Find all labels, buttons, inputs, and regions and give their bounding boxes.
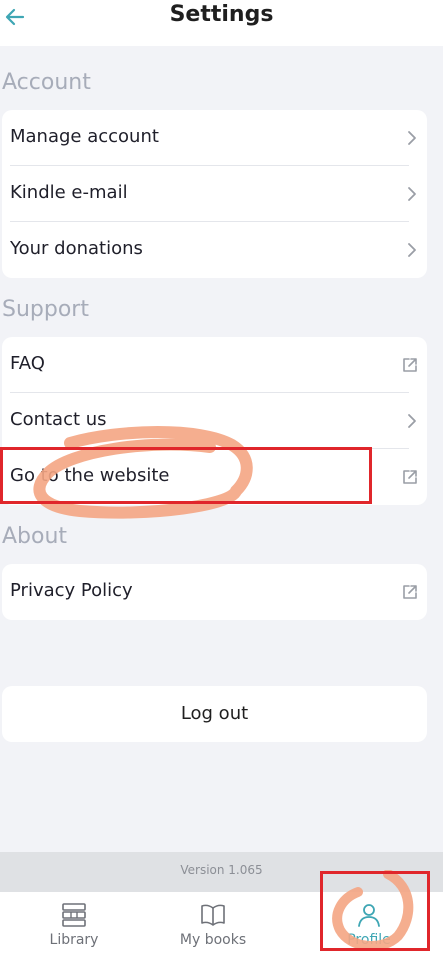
chevron-right-icon xyxy=(408,414,416,428)
open-book-icon xyxy=(201,904,225,926)
faq-label: FAQ xyxy=(10,353,45,374)
contact-us-label: Contact us xyxy=(10,409,107,430)
nav-library-label: Library xyxy=(49,932,99,948)
external-link-icon xyxy=(403,470,417,484)
privacy-policy-label: Privacy Policy xyxy=(10,580,133,601)
external-link-icon xyxy=(403,585,417,599)
kindle-email-label: Kindle e-mail xyxy=(10,182,128,203)
faq-row[interactable]: FAQ xyxy=(2,337,427,393)
chevron-right-icon xyxy=(408,243,416,257)
kindle-email-row[interactable]: Kindle e-mail xyxy=(2,166,427,222)
section-title-account: Account xyxy=(2,70,91,95)
manage-account-row[interactable]: Manage account xyxy=(2,110,427,166)
about-card: Privacy Policy xyxy=(2,564,427,620)
your-donations-row[interactable]: Your donations xyxy=(2,222,427,278)
chevron-right-icon xyxy=(408,131,416,145)
version-text: Version 1.065 xyxy=(180,863,263,877)
page-title: Settings xyxy=(169,2,274,27)
books-stack-icon xyxy=(62,903,86,927)
annotation-box-profile xyxy=(320,871,430,951)
manage-account-label: Manage account xyxy=(10,126,159,147)
section-title-about: About xyxy=(2,524,68,549)
logout-button[interactable]: Log out xyxy=(2,686,427,742)
top-bar: Settings xyxy=(0,0,443,46)
nav-library[interactable]: Library xyxy=(0,892,148,954)
contact-us-row[interactable]: Contact us xyxy=(2,393,427,449)
section-title-support: Support xyxy=(2,297,89,322)
nav-my-books[interactable]: My books xyxy=(139,892,287,954)
account-card: Manage account Kindle e-mail Your donati… xyxy=(2,110,427,278)
logout-label: Log out xyxy=(180,703,249,724)
annotation-box-website xyxy=(0,447,372,504)
your-donations-label: Your donations xyxy=(10,238,143,259)
privacy-policy-row[interactable]: Privacy Policy xyxy=(2,564,427,620)
chevron-right-icon xyxy=(408,187,416,201)
nav-my-books-label: My books xyxy=(179,932,247,948)
external-link-icon xyxy=(403,358,417,372)
